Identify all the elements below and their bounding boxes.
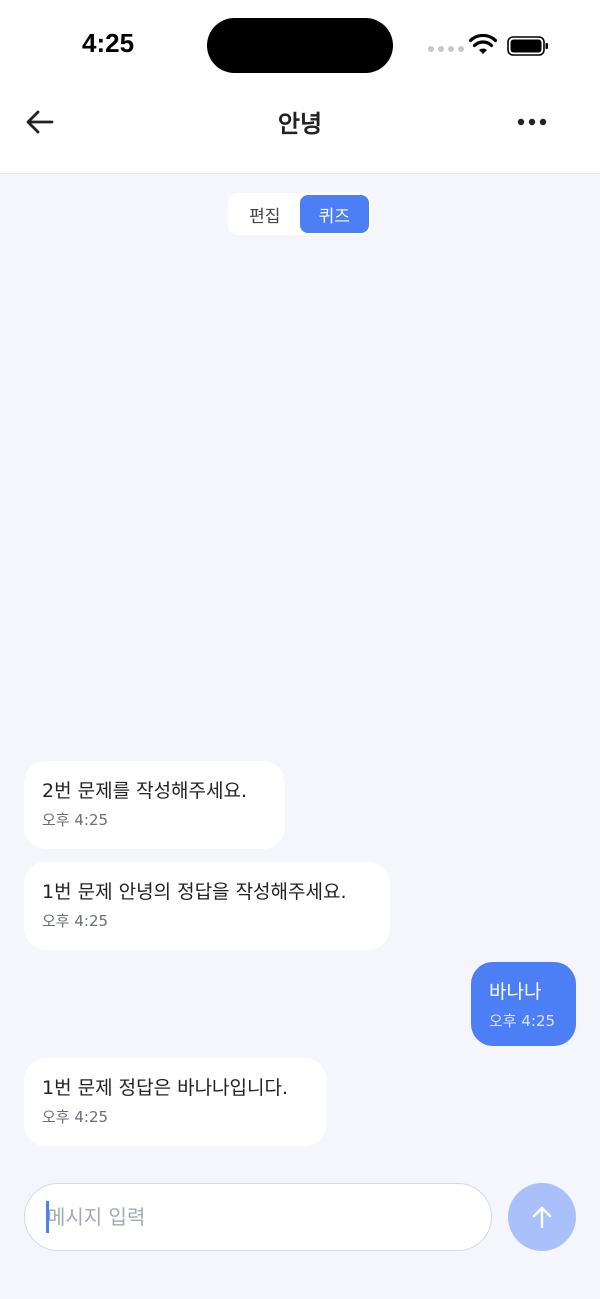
message-bubble-bot: 1번 문제 안녕의 정답을 작성해주세요. 오후 4:25	[24, 862, 390, 950]
back-button[interactable]	[22, 104, 58, 140]
send-button[interactable]	[508, 1183, 576, 1251]
status-time: 4:25	[82, 28, 135, 58]
text-caret	[46, 1201, 49, 1233]
battery-icon	[507, 36, 548, 56]
dynamic-island	[207, 18, 393, 73]
mode-segmented-control: 편집 퀴즈	[228, 193, 371, 235]
page-title: 안녕	[277, 110, 323, 138]
tab-edit[interactable]: 편집	[230, 195, 300, 233]
more-horizontal-icon	[517, 118, 547, 126]
message-time: 오후 4:25	[42, 912, 109, 930]
cellular-signal-icon	[428, 46, 464, 52]
wifi-icon	[469, 34, 497, 54]
message-time: 오후 4:25	[42, 811, 109, 829]
message-time: 오후 4:25	[489, 1012, 556, 1030]
message-text: 1번 문제 안녕의 정답을 작성해주세요.	[42, 881, 347, 903]
top-bar: 4:25 안녕	[0, 0, 600, 174]
more-options-button[interactable]	[512, 104, 552, 140]
message-bubble-bot: 1번 문제 정답은 바나나입니다. 오후 4:25	[24, 1058, 327, 1146]
message-bubble-user: 바나나 오후 4:25	[471, 962, 576, 1046]
message-text: 1번 문제 정답은 바나나입니다.	[42, 1077, 289, 1099]
arrow-up-icon	[532, 1206, 552, 1229]
message-bubble-bot: 2번 문제를 작성해주세요. 오후 4:25	[24, 761, 285, 849]
message-input[interactable]	[47, 1205, 467, 1229]
message-time: 오후 4:25	[42, 1108, 109, 1126]
message-input-container	[24, 1183, 492, 1251]
message-text: 바나나	[489, 981, 542, 1003]
tab-quiz[interactable]: 퀴즈	[299, 195, 369, 233]
arrow-left-icon	[26, 110, 54, 134]
message-text: 2번 문제를 작성해주세요.	[42, 780, 248, 802]
